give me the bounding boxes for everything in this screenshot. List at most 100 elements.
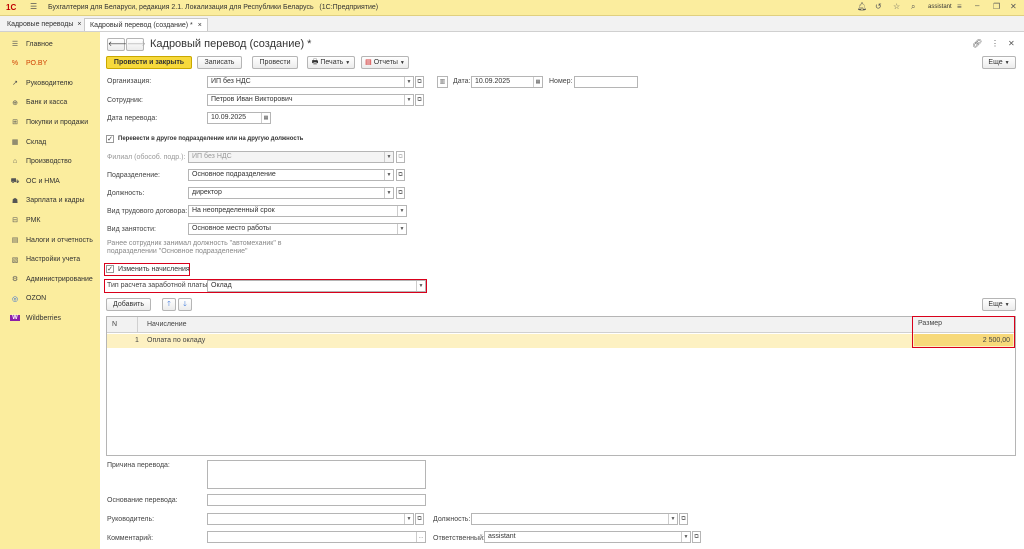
- number-field[interactable]: [574, 76, 638, 88]
- close-tab-icon[interactable]: ×: [198, 22, 202, 29]
- manager-position-label: Должность:: [433, 516, 471, 523]
- reports-button[interactable]: ▤ Отчеты ▼: [361, 56, 409, 69]
- sidebar-item-6[interactable]: ▦ Склад: [0, 132, 100, 152]
- change-accruals-label: Изменить начисления: [118, 266, 190, 273]
- star-icon[interactable]: ☆: [893, 2, 900, 11]
- sidebar-item-12[interactable]: ▧ Настройки учета: [0, 250, 100, 270]
- app-title: Бухгалтерия для Беларуси, редакция 2.1. …: [48, 4, 379, 11]
- more-vertical-icon[interactable]: ⋮: [991, 39, 999, 48]
- open-dept-icon[interactable]: ⧉: [396, 169, 405, 181]
- table-header: [107, 317, 1015, 333]
- reason-textarea[interactable]: [207, 460, 426, 489]
- sidebar-item-9[interactable]: ☗ Зарплата и кадры: [0, 191, 100, 211]
- dropdown-icon[interactable]: ▼: [397, 206, 406, 216]
- move-down-button[interactable]: 🡓: [178, 298, 192, 311]
- contract-label: Вид трудового договора:: [107, 208, 188, 215]
- person-icon: ☗: [11, 197, 19, 205]
- org-details-icon[interactable]: ▥: [437, 76, 448, 88]
- employment-field[interactable]: Основное место работы ▼: [188, 223, 407, 235]
- dropdown-icon[interactable]: ▼: [404, 514, 413, 524]
- minimize-icon[interactable]: –: [975, 1, 979, 10]
- close-window-icon[interactable]: ✕: [1010, 2, 1017, 11]
- manager-field[interactable]: ▼: [207, 513, 414, 525]
- pay-type-label: Тип расчета заработной платы:: [107, 282, 210, 289]
- header-accrual[interactable]: Начисление: [147, 321, 187, 328]
- dropdown-icon[interactable]: ▼: [404, 77, 413, 87]
- transfer-date-field[interactable]: 10.09.2025 ▦: [207, 112, 271, 124]
- sidebar: ☰ Главное% РО.BY ↗ Руководителю ⊕ Банк и касса…: [0, 32, 100, 549]
- add-accrual-button[interactable]: Добавить: [106, 298, 151, 311]
- contract-field[interactable]: На неопределенный срок ▼: [188, 205, 407, 217]
- restore-icon[interactable]: ❐: [993, 2, 1000, 11]
- tab-hr-transfers[interactable]: Кадровые переводы ×: [2, 18, 86, 31]
- app-logo: 1С: [6, 3, 17, 12]
- save-button[interactable]: Записать: [197, 56, 242, 69]
- responsible-field[interactable]: assistant ▼: [484, 531, 691, 543]
- open-employee-icon[interactable]: ⧉: [415, 94, 424, 106]
- sidebar-item-8[interactable]: ⛟ ОС и НМА: [0, 171, 100, 191]
- user-name[interactable]: assistant: [928, 4, 952, 10]
- sidebar-item-4[interactable]: ⊕ Банк и касса: [0, 93, 100, 113]
- row-amount: 2 500,00: [982, 337, 1010, 344]
- back-button[interactable]: 🡐: [107, 38, 127, 51]
- sidebar-item-7[interactable]: ⌂ Производство: [0, 152, 100, 172]
- open-responsible-icon[interactable]: ⧉: [692, 531, 701, 543]
- main-menu-icon[interactable]: ☰: [30, 2, 37, 11]
- sidebar-item-14[interactable]: ◎ OZON: [0, 289, 100, 309]
- sidebar-item-10[interactable]: ⊟ РМК: [0, 210, 100, 230]
- dropdown-icon[interactable]: ▼: [681, 532, 690, 542]
- open-manager-position-icon[interactable]: ⧉: [679, 513, 688, 525]
- sidebar-item-13[interactable]: ⚙ Администрирование: [0, 269, 100, 289]
- print-button[interactable]: 🖶 Печать ▼: [307, 56, 355, 69]
- settings-menu-icon[interactable]: ≡: [957, 2, 962, 11]
- open-manager-icon[interactable]: ⧉: [415, 513, 424, 525]
- open-position-icon[interactable]: ⧉: [396, 187, 405, 199]
- sidebar-item-1[interactable]: ☰ Главное: [0, 34, 100, 54]
- bell-icon[interactable]: 🔔︎: [857, 2, 867, 11]
- settings-doc-icon: ▧: [11, 256, 19, 264]
- sidebar-item-11[interactable]: ▤ Налоги и отчетность: [0, 230, 100, 250]
- history-icon[interactable]: ↺: [875, 2, 882, 11]
- date-field[interactable]: 10.09.2025 ▦: [471, 76, 543, 88]
- close-tab-icon[interactable]: ×: [77, 21, 81, 28]
- sidebar-item-2[interactable]: % РО.BY: [0, 54, 100, 74]
- org-field[interactable]: ИП без НДС ▼: [207, 76, 414, 88]
- comment-field[interactable]: …: [207, 531, 426, 543]
- post-button[interactable]: Провести: [252, 56, 298, 69]
- basis-field[interactable]: [207, 494, 426, 506]
- calendar-icon[interactable]: ▦: [261, 113, 270, 123]
- open-org-icon[interactable]: ⧉: [415, 76, 424, 88]
- dropdown-icon[interactable]: ▼: [404, 95, 413, 105]
- more-icon[interactable]: …: [416, 532, 425, 542]
- pay-type-field[interactable]: Оклад ▼: [207, 280, 426, 292]
- sidebar-item-15[interactable]: W Wildberries: [0, 308, 100, 328]
- dropdown-icon[interactable]: ▼: [384, 188, 393, 198]
- search-icon[interactable]: ⌕: [911, 2, 915, 12]
- close-form-icon[interactable]: ✕: [1008, 39, 1015, 48]
- forward-button[interactable]: 🡒: [126, 38, 146, 51]
- employment-label: Вид занятости:: [107, 226, 156, 233]
- position-field[interactable]: директор ▼: [188, 187, 394, 199]
- percent-icon: %: [11, 60, 19, 68]
- sidebar-item-5[interactable]: ⊞ Покупки и продажи: [0, 112, 100, 132]
- post-and-close-button[interactable]: Провести и закрыть: [106, 56, 192, 69]
- calendar-icon[interactable]: ▦: [533, 77, 542, 87]
- dropdown-icon[interactable]: ▼: [416, 281, 425, 291]
- header-n[interactable]: N: [112, 321, 117, 328]
- change-accruals-checkbox[interactable]: ✓: [106, 265, 114, 273]
- employee-field[interactable]: Петров Иван Викторович ▼: [207, 94, 414, 106]
- sidebar-item-3[interactable]: ↗ Руководителю: [0, 73, 100, 93]
- table-row[interactable]: [107, 334, 1015, 348]
- dropdown-icon[interactable]: ▼: [384, 170, 393, 180]
- move-checkbox[interactable]: ✓: [106, 135, 114, 143]
- table-more-button[interactable]: Еще ▼: [982, 298, 1016, 311]
- dropdown-icon[interactable]: ▼: [397, 224, 406, 234]
- header-amount[interactable]: Размер: [918, 320, 942, 327]
- tab-hr-transfer-create[interactable]: Кадровый перевод (создание) * ×: [84, 18, 208, 31]
- dropdown-icon[interactable]: ▼: [668, 514, 677, 524]
- more-button[interactable]: Еще ▼: [982, 56, 1016, 69]
- dept-field[interactable]: Основное подразделение ▼: [188, 169, 394, 181]
- manager-position-field[interactable]: ▼: [471, 513, 678, 525]
- move-up-button[interactable]: 🡑: [162, 298, 176, 311]
- link-icon[interactable]: 🔗︎: [972, 39, 982, 48]
